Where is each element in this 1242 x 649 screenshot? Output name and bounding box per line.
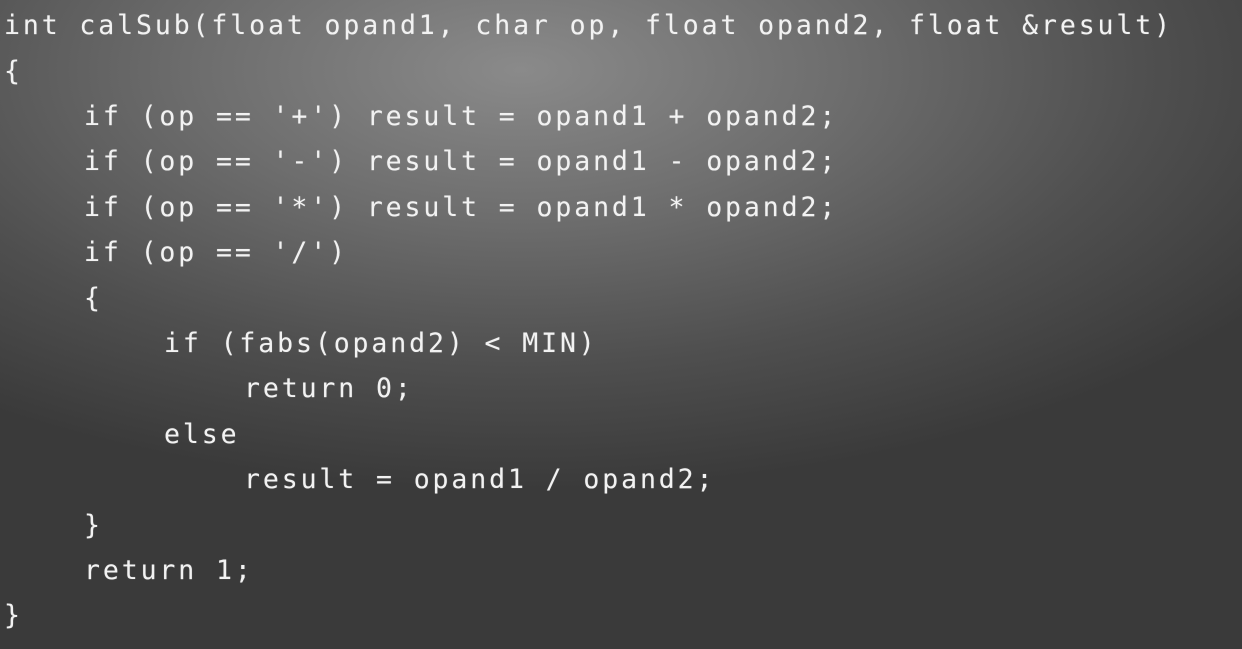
code-block: int calSub(float opand1, char op, float …: [0, 0, 1242, 649]
code-line-result-divide: result = opand1 / opand2;: [244, 464, 716, 495]
code-line-if-divide: if (op == '/'): [84, 237, 348, 268]
code-line-signature: int calSub(float opand1, char op, float …: [4, 10, 1173, 41]
code-line-inner-open-brace: {: [84, 283, 103, 314]
code-line-open-brace: {: [4, 56, 23, 87]
code-line-return-one: return 1;: [84, 555, 254, 586]
code-line-if-multiply: if (op == '*') result = opand1 * opand2;: [84, 192, 839, 223]
code-line-close-brace: }: [4, 600, 23, 631]
code-line-inner-close-brace: }: [84, 510, 103, 541]
code-line-return-zero: return 0;: [244, 373, 414, 404]
code-line-if-subtract: if (op == '-') result = opand1 - opand2;: [84, 146, 839, 177]
code-line-if-fabs: if (fabs(opand2) < MIN): [164, 328, 598, 359]
code-line-if-add: if (op == '+') result = opand1 + opand2;: [84, 101, 839, 132]
code-line-else: else: [164, 419, 240, 450]
